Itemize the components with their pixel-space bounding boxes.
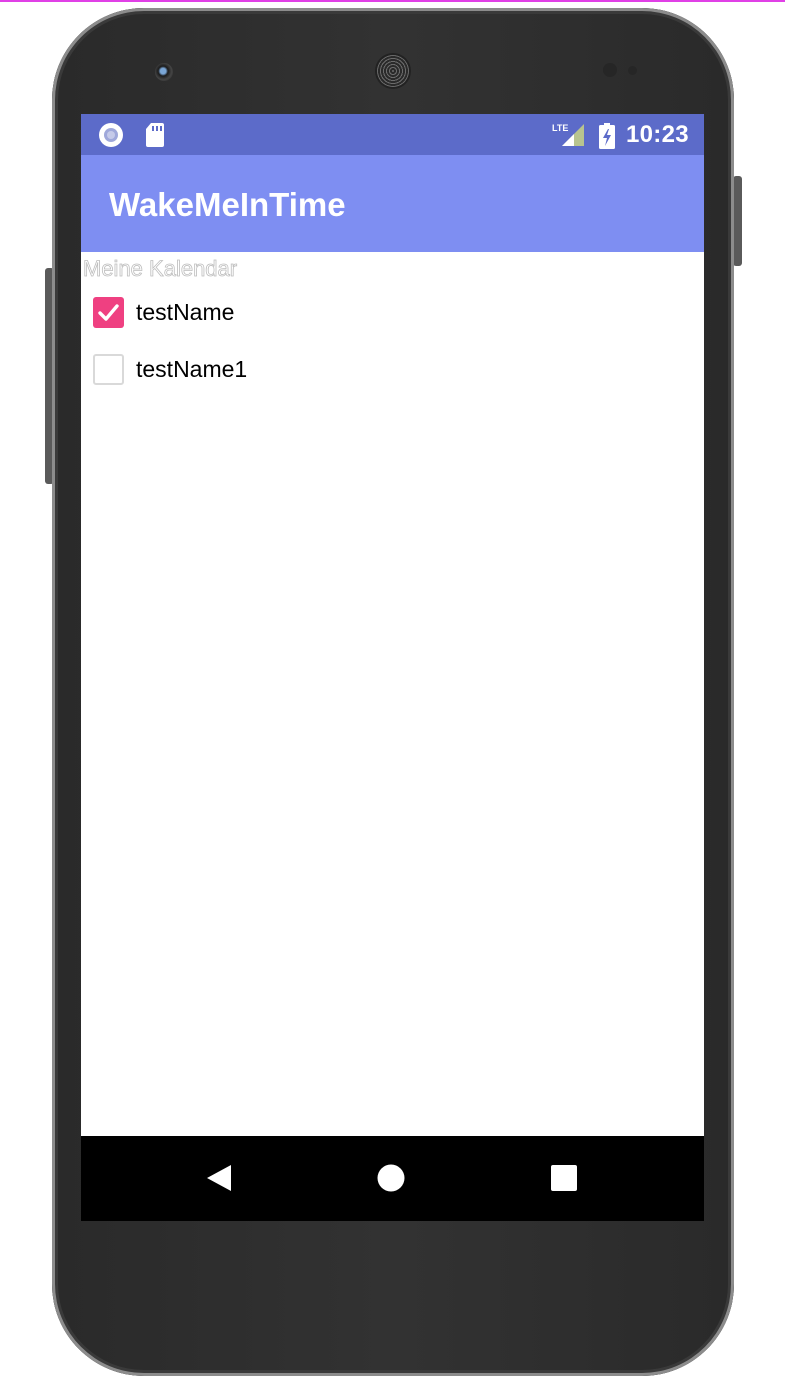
app-toolbar: WakeMeInTime	[81, 155, 704, 252]
svg-text:LTE: LTE	[552, 123, 568, 133]
checkbox-unchecked[interactable]	[93, 354, 124, 385]
lte-signal-icon: LTE	[552, 123, 584, 146]
recents-icon[interactable]	[551, 1165, 577, 1191]
home-icon[interactable]	[377, 1164, 405, 1192]
proximity-sensor-icon	[603, 63, 617, 77]
power-button	[733, 176, 742, 266]
calendar-checkbox-row[interactable]: testName1	[93, 352, 673, 388]
light-sensor-icon	[628, 66, 637, 75]
calendar-name-label: testName1	[136, 356, 248, 382]
top-border-line	[0, 0, 785, 2]
calendar-name-label: testName	[136, 299, 235, 325]
calendar-section-label: Meine Kalendar	[83, 256, 238, 282]
battery-charging-icon	[599, 123, 615, 149]
status-time: 10:23	[626, 121, 689, 148]
navigation-bar	[81, 1136, 704, 1221]
front-camera-icon	[155, 63, 173, 81]
checkmark-icon	[98, 304, 119, 321]
circle-notification-icon	[99, 123, 123, 147]
calendar-checkbox-row[interactable]: testName	[93, 295, 673, 331]
back-icon[interactable]	[205, 1163, 233, 1193]
status-bar: LTE 10:23	[81, 114, 704, 155]
earpiece-speaker-icon	[377, 55, 409, 87]
app-title: WakeMeInTime	[109, 186, 346, 223]
sd-card-icon	[146, 123, 164, 147]
checkbox-checked[interactable]	[93, 297, 124, 328]
device-screen: LTE 10:23 WakeMeInTime Meine Kalendar te…	[81, 114, 704, 1221]
